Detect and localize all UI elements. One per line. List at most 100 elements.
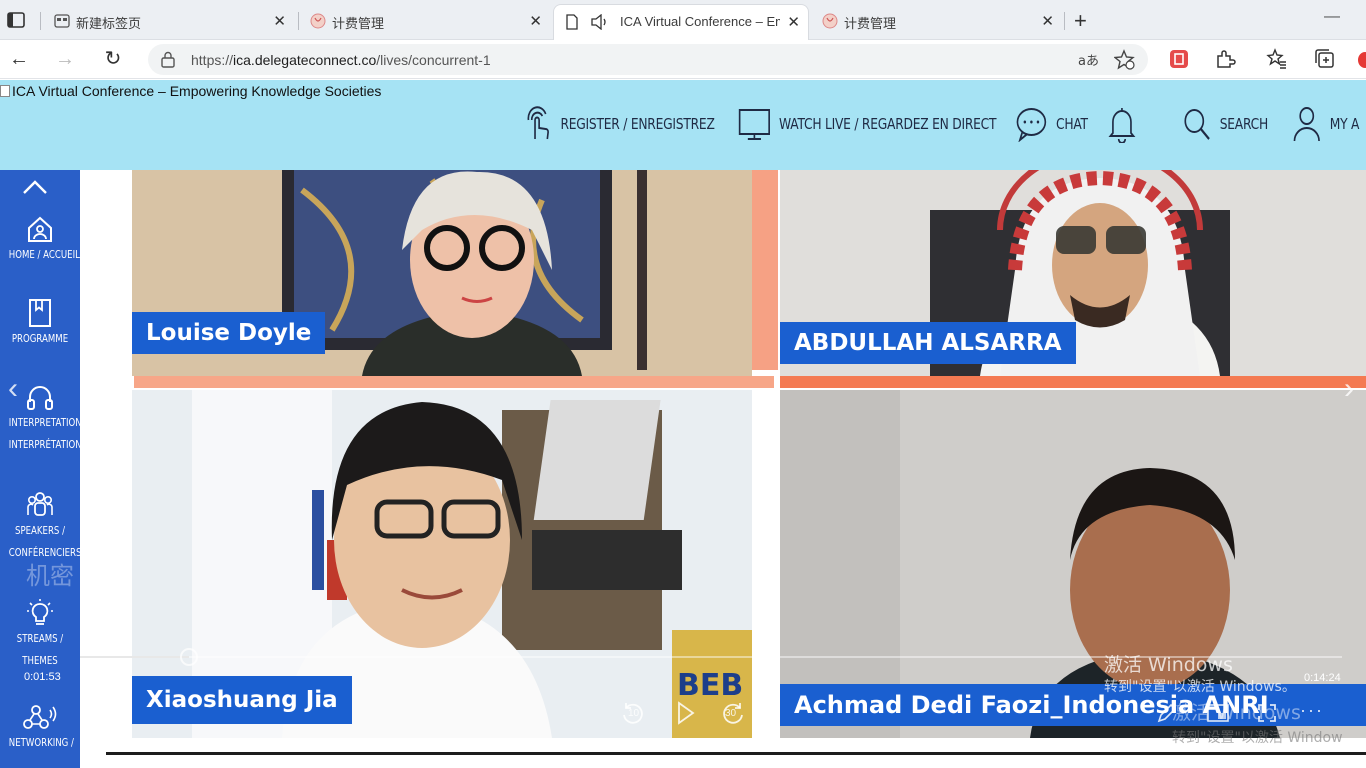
- sidebar-item-streams[interactable]: STREAMS / THEMES: [0, 598, 80, 672]
- nav-label: CHAT: [1056, 115, 1088, 133]
- decor-stripe: [780, 376, 1366, 388]
- close-icon[interactable]: ✕: [529, 12, 542, 30]
- participant-name-label: Louise Doyle: [132, 312, 326, 354]
- sidebar-item-label: INTERPRETATION /: [8, 416, 88, 429]
- back-button[interactable]: ←: [8, 48, 30, 70]
- carousel-prev-arrow[interactable]: ‹: [8, 372, 18, 406]
- address-bar[interactable]: https://ica.delegateconnect.co/lives/con…: [148, 44, 1148, 75]
- rewind-seconds: 10: [628, 708, 640, 719]
- browser-tab-bar: 新建标签页 ✕ 计费管理 ✕ ICA Virtual Conference – …: [0, 0, 1366, 40]
- play-button[interactable]: [676, 700, 696, 731]
- player-bottom-border: [106, 752, 1366, 755]
- people-icon: [27, 492, 53, 516]
- sidebar-item-label: SPEAKERS /: [15, 524, 65, 537]
- nav-register[interactable]: REGISTER / ENREGISTREZ: [526, 104, 715, 144]
- tab-separator: [298, 12, 299, 30]
- tab-billing-1[interactable]: 计费管理 ✕: [300, 4, 550, 40]
- search-icon: [1184, 109, 1210, 140]
- sidebar-item-label: HOME / ACCUEIL: [8, 248, 80, 261]
- tab-new-tab[interactable]: 新建标签页 ✕: [44, 4, 294, 40]
- document-icon: [566, 14, 578, 30]
- sidebar-item-speakers[interactable]: SPEAKERS / CONFÉRENCIERS: [0, 490, 81, 564]
- extension-red-icon[interactable]: [1168, 48, 1190, 70]
- favorite-add-icon[interactable]: [1114, 49, 1136, 71]
- sidebar-item-label: NETWORKING /: [8, 736, 74, 749]
- headset-icon: [27, 386, 53, 410]
- user-icon: [1293, 107, 1320, 142]
- browser-toolbar: ← → ↻ https://ica.delegateconnect.co/liv…: [0, 40, 1366, 79]
- forward-button[interactable]: →: [54, 48, 76, 70]
- touch-hand-icon: [527, 106, 549, 140]
- sidebar-item-home[interactable]: HOME / ACCUEIL: [0, 214, 80, 266]
- nav-search[interactable]: SEARCH: [1182, 104, 1268, 144]
- logo-alt-text: ICA Virtual Conference – Empowering Know…: [12, 83, 382, 99]
- tab-title: 新建标签页: [76, 16, 142, 31]
- sidebar-item-networking[interactable]: NETWORKING /: [0, 702, 80, 754]
- extensions-puzzle-icon[interactable]: [1214, 48, 1236, 70]
- profile-badge-icon[interactable]: [1358, 52, 1366, 68]
- tab-title: 计费管理: [332, 16, 385, 31]
- nav-chat[interactable]: CHAT: [1015, 104, 1088, 144]
- tab-separator: [1064, 12, 1065, 30]
- tab-billing-2[interactable]: 计费管理 ✕: [812, 4, 1062, 40]
- nav-notifications[interactable]: [1108, 104, 1144, 144]
- minimize-button[interactable]: —: [1324, 8, 1340, 26]
- rewind-button[interactable]: 10: [620, 700, 646, 731]
- sidebar-item-label: THEMES: [22, 654, 58, 667]
- sidebar-item-label: STREAMS /: [16, 632, 64, 645]
- lock-icon[interactable]: [160, 51, 176, 68]
- decor-stripe: [134, 376, 774, 388]
- chat-bubble-icon: [1016, 108, 1047, 142]
- close-icon[interactable]: ✕: [273, 12, 286, 30]
- nav-watch-live[interactable]: WATCH LIVE / REGARDEZ EN DIRECT: [738, 104, 997, 144]
- broken-image-icon: [0, 85, 10, 97]
- carousel-next-arrow[interactable]: ›: [1344, 372, 1354, 406]
- url-text[interactable]: https://ica.delegateconnect.co/lives/con…: [191, 52, 491, 68]
- svg-text:aあ: aあ: [1078, 54, 1098, 69]
- billing-icon: [310, 13, 326, 29]
- play-icon: [678, 701, 695, 725]
- new-tab-button[interactable]: +: [1074, 8, 1087, 34]
- bookmark-icon: [29, 299, 51, 327]
- subtitles-icon[interactable]: [88, 702, 110, 722]
- video-tile[interactable]: Louise Doyle: [132, 170, 752, 376]
- close-icon[interactable]: ✕: [1041, 12, 1054, 30]
- window-menu-icon[interactable]: [6, 10, 28, 30]
- monitor-icon: [738, 109, 770, 140]
- remaining-time: 0:14:24: [1304, 672, 1341, 684]
- close-icon[interactable]: ✕: [787, 13, 800, 31]
- read-aloud-icon[interactable]: aあ: [1076, 49, 1098, 71]
- participant-name-label: Xiaoshuang Jia: [132, 676, 352, 724]
- tab-ica-conference[interactable]: ICA Virtual Conference – Em ✕: [553, 4, 809, 40]
- home-icon: [28, 216, 52, 242]
- svg-text:BEB: BEB: [677, 668, 743, 703]
- tab-separator: [40, 12, 41, 30]
- more-options-icon[interactable]: ···: [1300, 700, 1324, 721]
- elapsed-time: 0:01:53: [24, 671, 61, 683]
- forward-seconds: 30: [725, 708, 737, 719]
- network-icon: [23, 705, 57, 729]
- nav-my-account[interactable]: MY A: [1292, 104, 1359, 144]
- activation-watermark-ghost-title: 激活 Windows: [1172, 702, 1301, 724]
- reload-button[interactable]: ↻: [102, 48, 124, 70]
- bell-icon: [1108, 108, 1136, 143]
- sidebar-item-programme[interactable]: PROGRAMME: [0, 298, 80, 350]
- forward-button[interactable]: 30: [720, 700, 746, 731]
- billing-icon: [822, 13, 838, 29]
- speaker-audio-icon[interactable]: [590, 14, 610, 30]
- seek-progress: [80, 656, 189, 658]
- activation-watermark-ghost-subtitle: 转到"设置"以激活 Window: [1172, 730, 1343, 746]
- favorites-icon[interactable]: [1266, 48, 1288, 70]
- activation-watermark-subtitle: 转到"设置"以激活 Windows。: [1104, 679, 1296, 695]
- sidebar-item-label: INTERPRÉTATION: [8, 438, 82, 451]
- decor-stripe: [752, 170, 778, 370]
- nav-label: REGISTER / ENREGISTREZ: [560, 115, 715, 133]
- video-tile[interactable]: ABDULLAH ALSARRA: [780, 170, 1366, 376]
- collections-icon[interactable]: [1314, 48, 1336, 70]
- seek-handle[interactable]: [180, 648, 198, 666]
- confidential-watermark: 机密: [26, 563, 74, 590]
- site-logo[interactable]: ICA Virtual Conference – Empowering Know…: [0, 83, 381, 99]
- lightbulb-icon: [27, 599, 53, 625]
- chevron-up-icon[interactable]: [22, 178, 48, 196]
- video-tile[interactable]: BEB Xiaoshuang Jia: [132, 390, 752, 738]
